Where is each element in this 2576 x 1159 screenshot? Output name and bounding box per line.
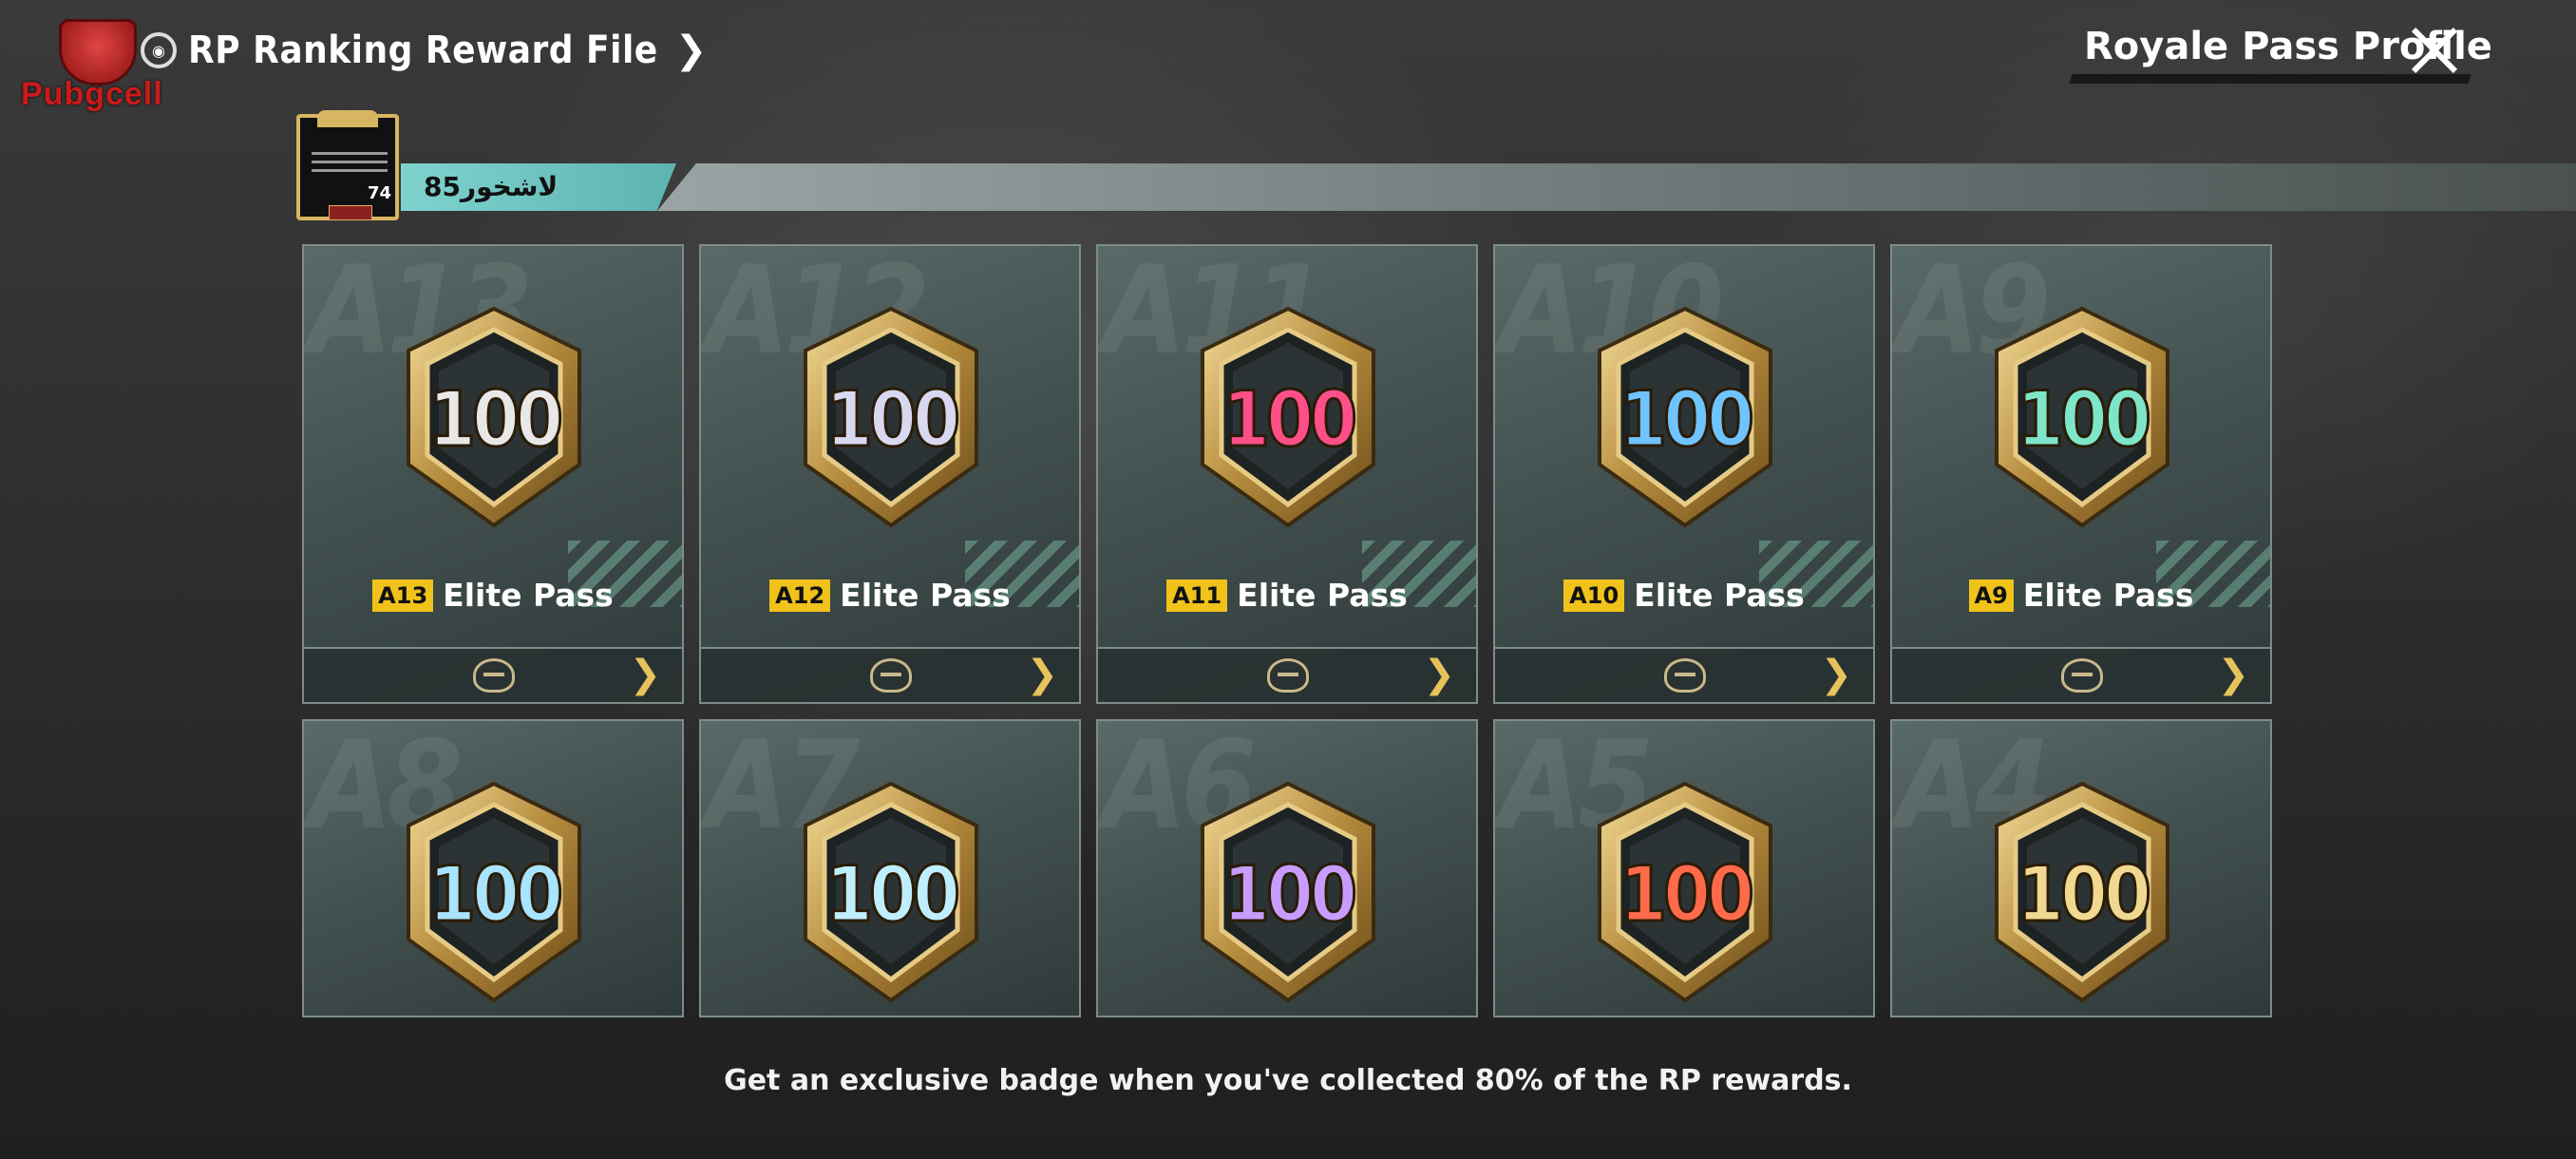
badge-hint-text: Get an exclusive badge when you've colle… bbox=[724, 1064, 1852, 1097]
rp-100-badge-icon: 100 bbox=[1193, 780, 1383, 1004]
badge-value: 100 bbox=[824, 374, 961, 466]
pass-emblem-icon bbox=[2061, 658, 2103, 693]
pass-type: Elite Pass bbox=[443, 577, 614, 614]
rp-100-badge-icon: 100 bbox=[399, 780, 589, 1004]
pass-card-a12[interactable]: A12 100 A12 Elite Pass ❯ bbox=[699, 244, 1081, 704]
pass-card-a4[interactable]: A4 100 bbox=[1890, 719, 2272, 1017]
pass-emblem-icon bbox=[1664, 658, 1706, 693]
chevron-right-icon[interactable]: ❯ bbox=[1423, 653, 1455, 696]
chevron-right-icon[interactable]: ❯ bbox=[1026, 653, 1058, 696]
badge-value: 100 bbox=[426, 374, 564, 466]
avatar-tag bbox=[329, 205, 372, 220]
pass-card-a6[interactable]: A6 100 bbox=[1096, 719, 1478, 1017]
pass-card-a11[interactable]: A11 100 A11 Elite Pass ❯ bbox=[1096, 244, 1478, 704]
chevron-right-icon[interactable]: ❯ bbox=[1820, 653, 1852, 696]
badge-value: 100 bbox=[2015, 374, 2152, 466]
rp-100-badge-icon: 100 bbox=[1987, 780, 2177, 1004]
badge-value: 100 bbox=[1221, 849, 1358, 940]
rp-100-badge-icon: 100 bbox=[796, 305, 986, 529]
elite-pass-label: A13 Elite Pass bbox=[304, 577, 682, 614]
season-chip: A9 bbox=[1968, 579, 2014, 612]
rp-100-badge-icon: 100 bbox=[796, 780, 986, 1004]
season-chip: A11 bbox=[1166, 579, 1228, 612]
card-footer[interactable]: ❯ bbox=[1495, 647, 1873, 702]
chevron-right-icon: ❯ bbox=[674, 28, 708, 72]
chevron-right-icon[interactable]: ❯ bbox=[629, 653, 661, 696]
rp-100-badge-icon: 100 bbox=[1590, 780, 1780, 1004]
elite-pass-label: A10 Elite Pass bbox=[1495, 577, 1873, 614]
player-name: لاشخور85 bbox=[401, 163, 676, 211]
rp-100-badge-icon: 100 bbox=[1193, 305, 1383, 529]
pass-emblem-icon bbox=[870, 658, 912, 693]
pass-card-a9[interactable]: A9 100 A9 Elite Pass ❯ bbox=[1890, 244, 2272, 704]
pass-emblem-icon bbox=[473, 658, 515, 693]
season-chip: A10 bbox=[1563, 579, 1625, 612]
rp-100-badge-icon: 100 bbox=[399, 305, 589, 529]
pass-card-a10[interactable]: A10 100 A10 Elite Pass ❯ bbox=[1493, 244, 1875, 704]
brush-decoration bbox=[2069, 74, 2472, 84]
badge-value: 100 bbox=[1618, 374, 1755, 466]
close-icon[interactable] bbox=[2403, 19, 2466, 82]
elite-pass-label: A9 Elite Pass bbox=[1892, 577, 2270, 614]
card-footer[interactable]: ❯ bbox=[304, 647, 682, 702]
pass-type: Elite Pass bbox=[840, 577, 1011, 614]
rp-ranking-reward-file-link[interactable]: ◉ RP Ranking Reward File ❯ bbox=[141, 28, 707, 72]
pass-card-a5[interactable]: A5 100 bbox=[1493, 719, 1875, 1017]
pass-type: Elite Pass bbox=[1634, 577, 1805, 614]
player-level: 74 bbox=[367, 183, 391, 203]
chevron-right-icon[interactable]: ❯ bbox=[2217, 653, 2249, 696]
pass-type: Elite Pass bbox=[1237, 577, 1408, 614]
badge-value: 100 bbox=[1618, 849, 1755, 940]
pass-card-a13[interactable]: A13 100 A13 Elite Pass ❯ bbox=[302, 244, 684, 704]
pass-card-a8[interactable]: A8 100 bbox=[302, 719, 684, 1017]
pass-type: Elite Pass bbox=[2022, 577, 2194, 614]
elite-pass-label: A12 Elite Pass bbox=[701, 577, 1079, 614]
season-chip: A12 bbox=[769, 579, 831, 612]
badge-value: 100 bbox=[2015, 849, 2152, 940]
card-footer[interactable]: ❯ bbox=[1892, 647, 2270, 702]
card-footer[interactable]: ❯ bbox=[701, 647, 1079, 702]
rank-medal-icon: ◉ bbox=[141, 32, 177, 68]
crown-icon bbox=[317, 110, 378, 127]
elite-pass-label: A11 Elite Pass bbox=[1098, 577, 1476, 614]
watermark-text: Pubgcell bbox=[21, 76, 163, 112]
card-footer[interactable]: ❯ bbox=[1098, 647, 1476, 702]
page-title: RP Ranking Reward File bbox=[188, 28, 658, 72]
pass-card-a7[interactable]: A7 100 bbox=[699, 719, 1081, 1017]
badge-value: 100 bbox=[1221, 374, 1358, 466]
rp-100-badge-icon: 100 bbox=[1590, 305, 1780, 529]
pass-emblem-icon bbox=[1267, 658, 1309, 693]
badge-value: 100 bbox=[824, 849, 961, 940]
rp-100-badge-icon: 100 bbox=[1987, 305, 2177, 529]
player-bar-stripe bbox=[657, 163, 2576, 211]
season-chip: A13 bbox=[372, 579, 434, 612]
badge-value: 100 bbox=[426, 849, 564, 940]
avatar[interactable]: 74 bbox=[296, 110, 399, 220]
